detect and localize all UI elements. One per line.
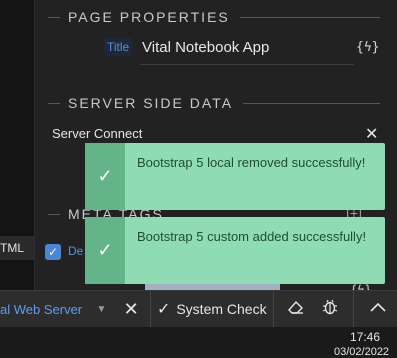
eraser-icon[interactable] (280, 299, 314, 320)
close-icon[interactable]: ✕ (118, 299, 144, 320)
bug-icon[interactable] (313, 298, 347, 321)
toast-notification[interactable]: ✓ Bootstrap 5 local removed successfully… (85, 143, 385, 210)
header-dash (48, 213, 60, 215)
header-dash (48, 102, 60, 104)
check-icon: ✓ (85, 217, 125, 284)
toolbar-divider (352, 291, 354, 327)
toolbar-divider (149, 291, 151, 327)
toast-message: Bootstrap 5 local removed successfully! (137, 155, 366, 170)
chevron-up-icon[interactable] (360, 300, 397, 318)
title-field[interactable]: Vital Notebook App (140, 38, 354, 65)
page-properties-title: PAGE PROPERTIES (68, 9, 230, 25)
system-check-label: System Check (176, 301, 267, 317)
meta-checkbox[interactable]: ✓ (45, 244, 61, 260)
clock-time[interactable]: 17:46 (350, 330, 380, 344)
chevron-down-icon[interactable]: ▼ (97, 304, 111, 315)
bottom-toolbar: al Web Server ▼ ✕ ✓ System Check (0, 290, 397, 327)
server-select[interactable]: al Web Server (0, 302, 97, 317)
page-properties-header: PAGE PROPERTIES (48, 7, 380, 27)
file-tab[interactable]: TML (0, 236, 34, 260)
dynamic-data-button[interactable]: {ϟ} (356, 40, 379, 55)
meta-row-label: De (68, 244, 84, 258)
header-rule (239, 16, 380, 18)
toolbar-divider (272, 291, 274, 327)
header-dash (48, 16, 60, 18)
close-icon[interactable]: ✕ (365, 124, 378, 144)
header-rule (243, 102, 380, 104)
system-check-button[interactable]: ✓ System Check (157, 299, 267, 319)
toast-notification[interactable]: ✓ Bootstrap 5 custom added successfully! (85, 217, 385, 284)
clock-date[interactable]: 03/02/2022 (334, 346, 389, 358)
check-icon: ✓ (156, 301, 171, 318)
server-connect-label[interactable]: Server Connect (52, 126, 142, 141)
server-side-data-title: SERVER SIDE DATA (68, 95, 234, 111)
toast-message: Bootstrap 5 custom added successfully! (137, 229, 367, 244)
server-side-data-header: SERVER SIDE DATA (48, 93, 380, 113)
check-icon: ✓ (85, 143, 125, 210)
title-field-label: Title (104, 38, 133, 56)
